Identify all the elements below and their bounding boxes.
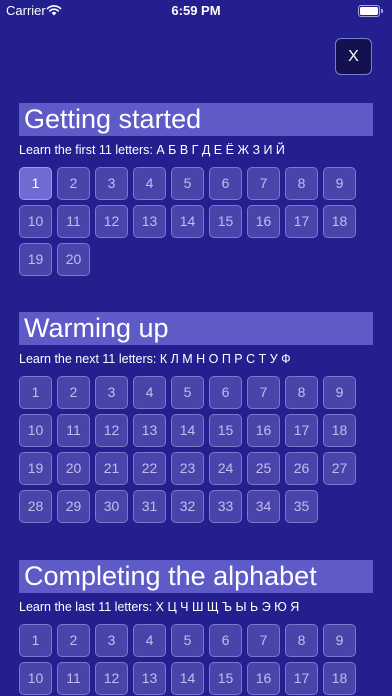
level-button[interactable]: 15 — [209, 414, 242, 447]
level-button[interactable]: 4 — [133, 376, 166, 409]
level-button[interactable]: 31 — [133, 490, 166, 523]
level-button[interactable]: 13 — [133, 414, 166, 447]
level-button[interactable]: 20 — [57, 243, 90, 276]
section-warming-up: Warming up Learn the next 11 letters: К … — [19, 312, 373, 528]
status-time: 6:59 PM — [171, 3, 221, 18]
level-button[interactable]: 7 — [247, 376, 280, 409]
level-button[interactable]: 30 — [95, 490, 128, 523]
level-button[interactable]: 28 — [19, 490, 52, 523]
level-button[interactable]: 8 — [285, 376, 318, 409]
level-button[interactable]: 21 — [95, 452, 128, 485]
level-button[interactable]: 13 — [133, 662, 166, 695]
level-button[interactable]: 5 — [171, 624, 204, 657]
level-button[interactable]: 3 — [95, 167, 128, 200]
battery-icon — [358, 5, 384, 17]
level-button[interactable]: 4 — [133, 624, 166, 657]
level-button[interactable]: 34 — [247, 490, 280, 523]
section-title: Completing the alphabet — [19, 560, 373, 593]
level-button[interactable]: 14 — [171, 414, 204, 447]
level-button[interactable]: 22 — [133, 452, 166, 485]
level-button[interactable]: 6 — [209, 167, 242, 200]
level-button[interactable]: 8 — [285, 167, 318, 200]
close-button[interactable]: X — [335, 38, 372, 75]
level-button[interactable]: 5 — [171, 167, 204, 200]
status-bar: Carrier 6:59 PM — [0, 0, 392, 22]
level-button[interactable]: 14 — [171, 662, 204, 695]
level-grid: 1 2 3 4 5 6 7 8 9 10 11 12 13 14 15 16 17 18 — [19, 624, 363, 696]
level-button[interactable]: 27 — [323, 452, 356, 485]
level-button[interactable]: 7 — [247, 624, 280, 657]
level-button[interactable]: 4 — [133, 167, 166, 200]
section-completing-alphabet: Completing the alphabet Learn the last 1… — [19, 560, 373, 696]
level-button[interactable]: 6 — [209, 376, 242, 409]
level-grid: 1 2 3 4 5 6 7 8 9 10 11 12 13 14 15 16 17 18 19 20 — [19, 167, 363, 281]
level-button[interactable]: 24 — [209, 452, 242, 485]
level-button[interactable]: 7 — [247, 167, 280, 200]
level-button[interactable]: 16 — [247, 662, 280, 695]
level-button[interactable]: 11 — [57, 205, 90, 238]
level-button[interactable]: 5 — [171, 376, 204, 409]
level-button[interactable]: 15 — [209, 205, 242, 238]
level-button[interactable]: 26 — [285, 452, 318, 485]
level-button[interactable]: 3 — [95, 624, 128, 657]
level-button[interactable]: 10 — [19, 662, 52, 695]
level-button[interactable]: 13 — [133, 205, 166, 238]
level-button[interactable]: 18 — [323, 414, 356, 447]
level-button[interactable]: 2 — [57, 624, 90, 657]
level-grid: 1 2 3 4 5 6 7 8 9 10 11 12 13 14 15 16 17 18 19 20 21 22 23 24 2… — [19, 376, 363, 528]
level-button[interactable]: 9 — [323, 376, 356, 409]
level-button[interactable]: 1 — [19, 624, 52, 657]
level-button[interactable]: 32 — [171, 490, 204, 523]
level-button[interactable]: 17 — [285, 662, 318, 695]
section-getting-started: Getting started Learn the first 11 lette… — [19, 103, 373, 281]
section-description: Learn the first 11 letters: А Б В Г Д Е … — [19, 143, 285, 157]
level-button[interactable]: 10 — [19, 414, 52, 447]
level-button[interactable]: 20 — [57, 452, 90, 485]
level-button[interactable]: 11 — [57, 414, 90, 447]
level-button[interactable]: 2 — [57, 376, 90, 409]
level-button[interactable]: 17 — [285, 414, 318, 447]
level-button[interactable]: 14 — [171, 205, 204, 238]
level-button[interactable]: 1 — [19, 167, 52, 200]
level-button[interactable]: 16 — [247, 205, 280, 238]
level-button[interactable]: 12 — [95, 205, 128, 238]
level-button[interactable]: 16 — [247, 414, 280, 447]
level-button[interactable]: 35 — [285, 490, 318, 523]
level-button[interactable]: 12 — [95, 414, 128, 447]
level-button[interactable]: 33 — [209, 490, 242, 523]
section-title: Warming up — [19, 312, 373, 345]
level-button[interactable]: 29 — [57, 490, 90, 523]
level-button[interactable]: 2 — [57, 167, 90, 200]
section-title: Getting started — [19, 103, 373, 136]
level-button[interactable]: 10 — [19, 205, 52, 238]
level-button[interactable]: 1 — [19, 376, 52, 409]
level-button[interactable]: 8 — [285, 624, 318, 657]
level-button[interactable]: 15 — [209, 662, 242, 695]
level-button[interactable]: 6 — [209, 624, 242, 657]
level-button[interactable]: 25 — [247, 452, 280, 485]
level-button[interactable]: 19 — [19, 243, 52, 276]
level-button[interactable]: 17 — [285, 205, 318, 238]
level-button[interactable]: 9 — [323, 167, 356, 200]
section-description: Learn the next 11 letters: К Л М Н О П Р… — [19, 352, 291, 366]
level-button[interactable]: 12 — [95, 662, 128, 695]
level-button[interactable]: 18 — [323, 205, 356, 238]
level-select-screen: Carrier 6:59 PM X Getting started Learn … — [0, 0, 392, 696]
level-button[interactable]: 11 — [57, 662, 90, 695]
level-button[interactable]: 19 — [19, 452, 52, 485]
level-button[interactable]: 3 — [95, 376, 128, 409]
level-button[interactable]: 23 — [171, 452, 204, 485]
level-button[interactable]: 18 — [323, 662, 356, 695]
level-button[interactable]: 9 — [323, 624, 356, 657]
section-description: Learn the last 11 letters: Х Ц Ч Ш Щ Ъ Ы… — [19, 600, 300, 614]
